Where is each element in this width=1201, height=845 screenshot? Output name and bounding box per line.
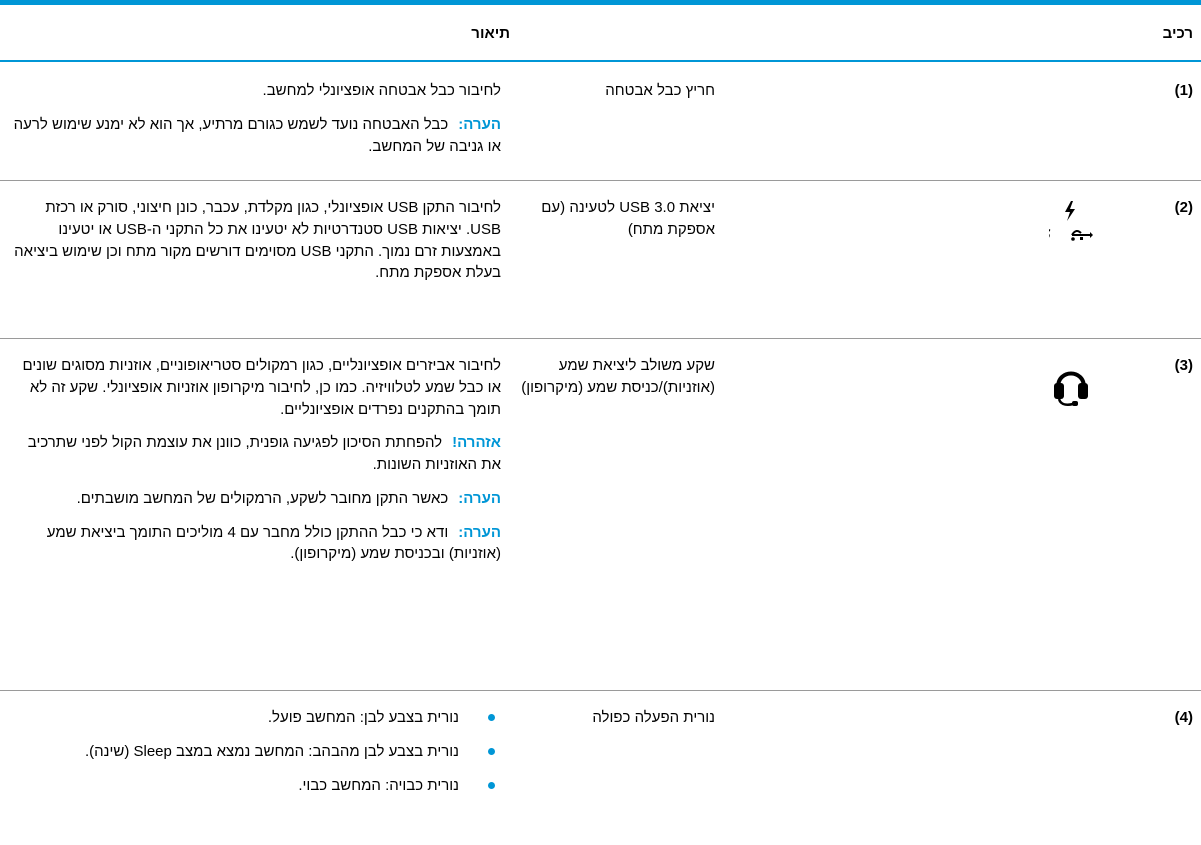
component-description: לחיבור התקן USB אופציונלי, כגון מקלדת, ע… xyxy=(9,197,501,296)
note-label: הערה: xyxy=(458,489,501,507)
note: הערה: כאשר התקן מחובר לשקע, הרמקולים של ה… xyxy=(9,488,501,510)
note-text: כאשר התקן מחובר לשקע, הרמקולים של המחשב … xyxy=(76,489,449,507)
description-text: לחיבור אביזרים אופציונליים, כגון רמקולים… xyxy=(22,357,501,418)
list-item: נורית בצבע לבן: המחשב פועל. xyxy=(9,707,501,729)
headset-icon xyxy=(1041,359,1101,407)
row-number: (4) xyxy=(1174,709,1193,726)
component-description: נורית בצבע לבן: המחשב פועל. נורית בצבע ל… xyxy=(9,707,501,808)
component-description: לחיבור כבל אבטחה אופציונלי למחשב. הערה:כ… xyxy=(9,80,501,169)
component-description: לחיבור אביזרים אופציונליים, כגון רמקולים… xyxy=(9,355,501,577)
description-text: לחיבור כבל אבטחה אופציונלי למחשב. xyxy=(262,82,501,99)
component-name: יציאת USB 3.0 לטעינה (עם אספקת מתח) xyxy=(541,199,715,238)
row-number: (1) xyxy=(1174,82,1193,99)
row-number: (3) xyxy=(1174,357,1193,374)
svg-text:SS: SS xyxy=(1049,228,1051,243)
usb-superspeed-charging-icon: SS xyxy=(1041,199,1101,245)
list-item-text: נורית בצבע לבן מהבהב: המחשב נמצא במצב Sl… xyxy=(84,742,459,760)
component-name: שקע משולב ליציאת שמע (אוזניות)/כניסת שמע… xyxy=(521,357,715,396)
note-text: ודא כי כבל ההתקן כולל מחבר עם 4 מוליכים … xyxy=(46,523,501,563)
warning: אזהרה!להפחתת הסיכון לפגיעה גופנית, כוונן… xyxy=(9,432,501,476)
spec-page: רכיב תיאור (1) חריץ כבל אבטחה לחיבור כבל… xyxy=(0,0,1201,845)
bullet-icon xyxy=(488,781,495,789)
list-item-text: נורית בצבע לבן: המחשב פועל. xyxy=(267,709,459,726)
note-text: כבל האבטחה נועד לשמש כגורם מרתיע, אך הוא… xyxy=(13,115,501,155)
component-name: נורית הפעלה כפולה xyxy=(592,709,715,726)
note-label: הערה: xyxy=(458,115,501,133)
warning-label: אזהרה! xyxy=(452,434,501,452)
table-row: (1) חריץ כבל אבטחה לחיבור כבל אבטחה אופצ… xyxy=(0,64,1201,181)
note: הערה:ודא כי כבל ההתקן כולל מחבר עם 4 מול… xyxy=(9,522,501,566)
bullet-icon xyxy=(488,747,495,755)
row-number: (2) xyxy=(1174,199,1193,216)
description-text: לחיבור התקן USB אופציונלי, כגון מקלדת, ע… xyxy=(14,199,501,282)
list-item-text: נורית כבויה: המחשב כבוי. xyxy=(298,776,459,794)
table-row: (4) נורית הפעלה כפולה נורית בצבע לבן: המ… xyxy=(0,691,1201,845)
component-name: חריץ כבל אבטחה xyxy=(605,82,715,99)
table-header: רכיב תיאור xyxy=(0,5,1201,62)
warning-text: להפחתת הסיכון לפגיעה גופנית, כוונן את עו… xyxy=(27,434,501,473)
table-row: (2) SS יציאת USB 3.0 לטעינה (עם אספקת מת… xyxy=(0,181,1201,339)
table-row: (3) שקע משולב ליציאת שמע (אוזניות)/כניסת… xyxy=(0,339,1201,691)
note: הערה:כבל האבטחה נועד לשמש כגורם מרתיע, א… xyxy=(9,114,501,158)
list-item: נורית בצבע לבן מהבהב: המחשב נמצא במצב Sl… xyxy=(9,741,501,763)
list-item: נורית כבויה: המחשב כבוי. xyxy=(9,775,501,797)
header-component: רכיב xyxy=(1162,24,1193,42)
note-label: הערה: xyxy=(458,523,501,541)
bullet-icon xyxy=(488,714,495,721)
header-description: תיאור xyxy=(471,24,510,42)
status-list: נורית בצבע לבן: המחשב פועל. נורית בצבע ל… xyxy=(9,707,501,796)
